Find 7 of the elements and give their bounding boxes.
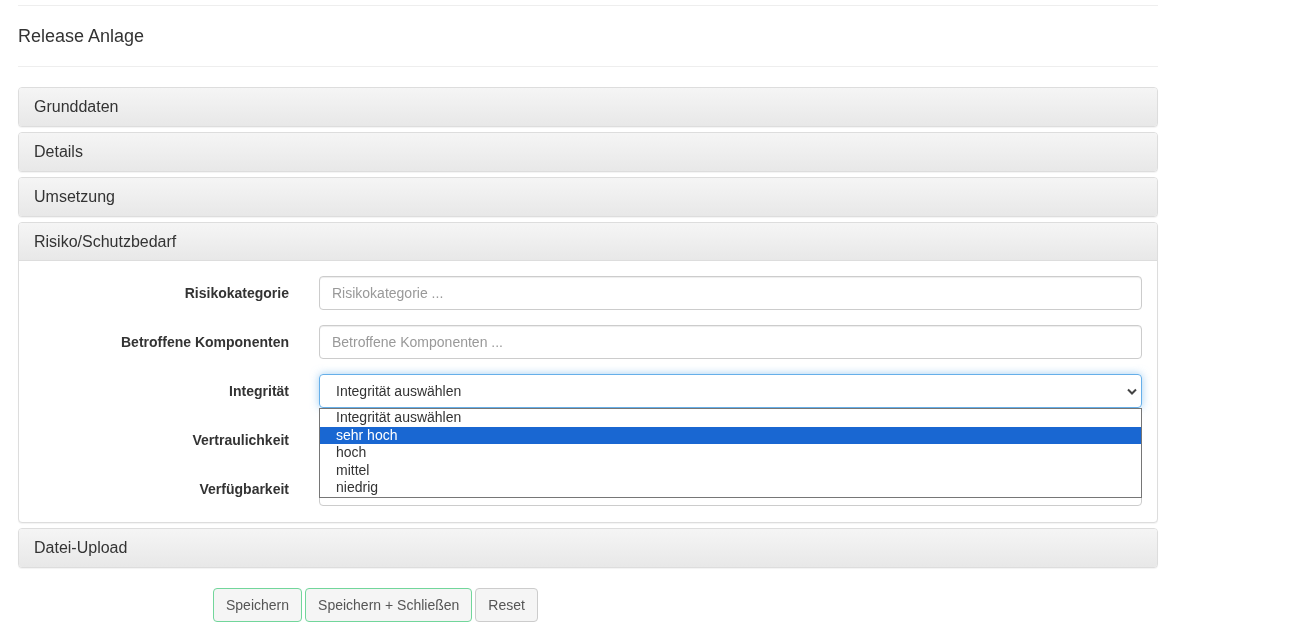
field-label: Verfügbarkeit	[198, 480, 289, 499]
field-label: Integrität	[228, 382, 289, 401]
field-label: Vertraulichkeit	[191, 431, 289, 450]
field-label: Betroffene Komponenten	[120, 333, 289, 352]
page-title: Release Anlage	[18, 6, 1158, 67]
field-label: Risikokategorie	[183, 284, 289, 303]
select-value: Integrität auswählen	[336, 381, 462, 401]
